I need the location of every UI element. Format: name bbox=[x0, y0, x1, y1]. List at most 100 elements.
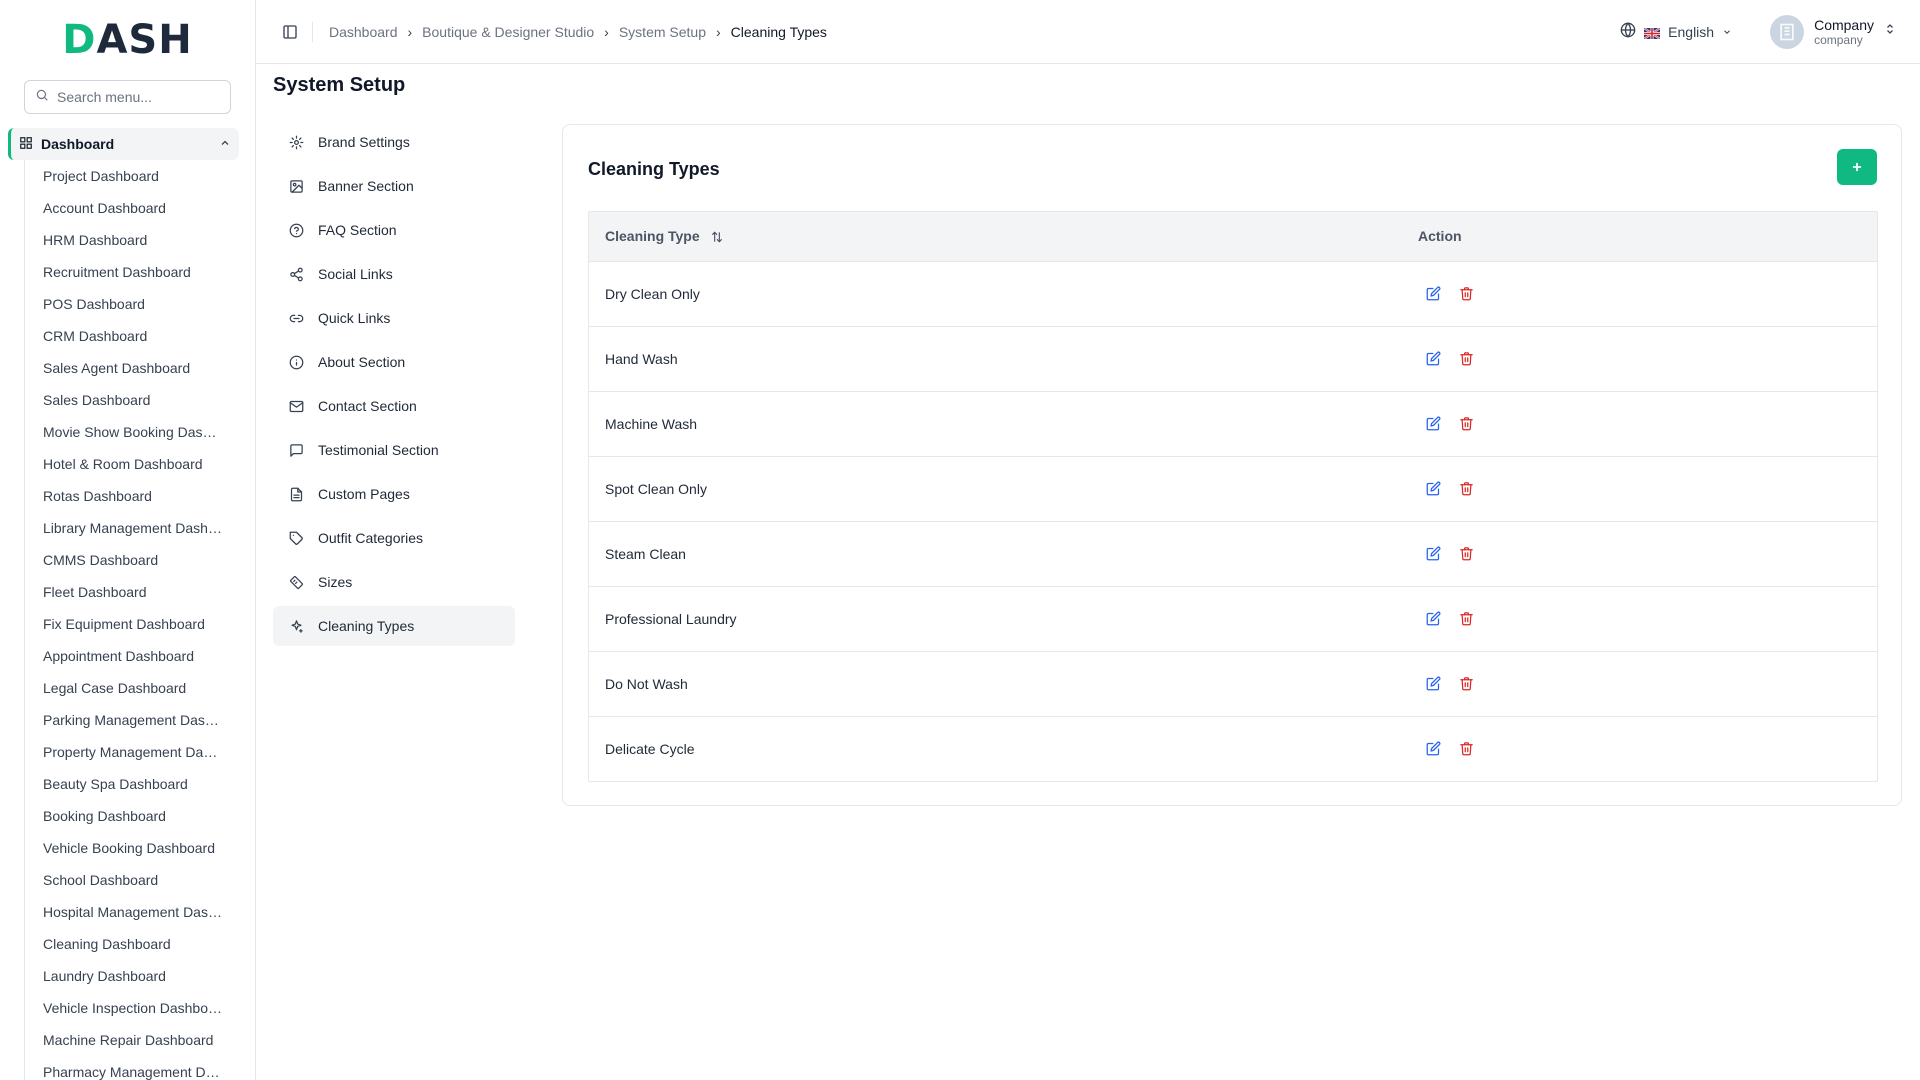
action-cell bbox=[1402, 716, 1877, 781]
edit-icon[interactable] bbox=[1426, 481, 1441, 496]
add-cleaning-type-button[interactable] bbox=[1837, 149, 1877, 185]
grid-icon bbox=[19, 136, 33, 153]
sidebar-toggle-button[interactable] bbox=[282, 24, 298, 40]
row-actions bbox=[1418, 351, 1861, 366]
action-cell bbox=[1402, 651, 1877, 716]
cleaning-types-table: Cleaning Type Action Dry Clean Only Hand … bbox=[588, 211, 1878, 782]
trash-icon[interactable] bbox=[1459, 546, 1474, 561]
edit-icon[interactable] bbox=[1426, 351, 1441, 366]
table-body: Dry Clean Only Hand Wash Machine Wash Spot … bbox=[589, 261, 1877, 781]
page-title: System Setup bbox=[273, 74, 406, 96]
sidebar-item[interactable]: Cleaning Dashboard bbox=[43, 928, 223, 960]
sidebar-nav-list: Project Dashboard Account Dashboard HRM Da… bbox=[24, 160, 255, 1080]
settings-nav-label: Social Links bbox=[318, 266, 393, 282]
edit-icon[interactable] bbox=[1426, 741, 1441, 756]
search-input[interactable] bbox=[57, 89, 227, 105]
breadcrumb-link[interactable]: Dashboard bbox=[329, 24, 398, 40]
column-header-action: Action bbox=[1418, 228, 1462, 245]
logo[interactable]: DASH bbox=[0, 0, 255, 80]
settings-nav-item[interactable]: Cleaning Types bbox=[273, 606, 515, 646]
settings-nav-item[interactable]: Banner Section bbox=[273, 166, 515, 206]
settings-nav-label: Custom Pages bbox=[318, 486, 410, 502]
sidebar-item[interactable]: School Dashboard bbox=[43, 864, 223, 896]
trash-icon[interactable] bbox=[1459, 351, 1474, 366]
sidebar-item[interactable]: Sales Agent Dashboard bbox=[43, 352, 223, 384]
sidebar-item[interactable]: Laundry Dashboard bbox=[43, 960, 223, 992]
edit-icon[interactable] bbox=[1426, 416, 1441, 431]
sidebar-item[interactable]: Vehicle Inspection Dashboard bbox=[43, 992, 223, 1024]
sidebar-item[interactable]: Account Dashboard bbox=[43, 192, 223, 224]
settings-nav-item[interactable]: Contact Section bbox=[273, 386, 515, 426]
sort-icon[interactable] bbox=[710, 230, 724, 244]
table-row: Dry Clean Only bbox=[589, 261, 1877, 326]
settings-nav-item[interactable]: Outfit Categories bbox=[273, 518, 515, 558]
sidebar-item[interactable]: CRM Dashboard bbox=[43, 320, 223, 352]
breadcrumb-current: Cleaning Types bbox=[730, 23, 827, 40]
sidebar-item[interactable]: Fleet Dashboard bbox=[43, 576, 223, 608]
language-selector[interactable]: English bbox=[1620, 22, 1732, 41]
trash-icon[interactable] bbox=[1459, 611, 1474, 626]
breadcrumb-link[interactable]: Boutique & Designer Studio bbox=[422, 24, 594, 40]
sidebar-item[interactable]: Machine Repair Dashboard bbox=[43, 1024, 223, 1056]
settings-nav-item[interactable]: Custom Pages bbox=[273, 474, 515, 514]
image-icon bbox=[289, 179, 304, 194]
sidebar-item[interactable]: Pharmacy Management Dashboard bbox=[43, 1056, 223, 1080]
sidebar-item[interactable]: Sales Dashboard bbox=[43, 384, 223, 416]
sidebar-item[interactable]: Booking Dashboard bbox=[43, 800, 223, 832]
sidebar-item[interactable]: Vehicle Booking Dashboard bbox=[43, 832, 223, 864]
sidebar-group-dashboard[interactable]: Dashboard bbox=[8, 128, 239, 160]
table-row: Delicate Cycle bbox=[589, 716, 1877, 781]
sidebar-item[interactable]: Project Dashboard bbox=[43, 160, 223, 192]
settings-nav-item[interactable]: Brand Settings bbox=[273, 122, 515, 162]
edit-icon[interactable] bbox=[1426, 286, 1441, 301]
cleaning-type-cell: Spot Clean Only bbox=[605, 480, 707, 497]
breadcrumb-link[interactable]: System Setup bbox=[619, 24, 706, 40]
trash-icon[interactable] bbox=[1459, 286, 1474, 301]
sidebar-item[interactable]: Rotas Dashboard bbox=[43, 480, 223, 512]
sidebar-item[interactable]: Property Management Dashboard bbox=[43, 736, 223, 768]
edit-icon[interactable] bbox=[1426, 611, 1441, 626]
edit-icon[interactable] bbox=[1426, 676, 1441, 691]
sidebar-item[interactable]: Recruitment Dashboard bbox=[43, 256, 223, 288]
mail-icon bbox=[289, 399, 304, 414]
settings-nav-item[interactable]: Testimonial Section bbox=[273, 430, 515, 470]
trash-icon[interactable] bbox=[1459, 481, 1474, 496]
trash-icon[interactable] bbox=[1459, 416, 1474, 431]
sidebar-item[interactable]: POS Dashboard bbox=[43, 288, 223, 320]
trash-icon[interactable] bbox=[1459, 741, 1474, 756]
help-circle-icon bbox=[289, 223, 304, 238]
sidebar-item[interactable]: Library Management Dashboard bbox=[43, 512, 223, 544]
settings-nav-label: Sizes bbox=[318, 574, 353, 590]
sidebar-item[interactable]: HRM Dashboard bbox=[43, 224, 223, 256]
panel-left-icon bbox=[283, 24, 297, 39]
chevron-down-icon bbox=[1722, 24, 1732, 40]
column-header-cleaning-type: Cleaning Type bbox=[589, 212, 1402, 261]
settings-nav-item[interactable]: About Section bbox=[273, 342, 515, 382]
message-square-icon bbox=[289, 443, 304, 458]
row-actions bbox=[1418, 286, 1861, 301]
sidebar-item[interactable]: Beauty Spa Dashboard bbox=[43, 768, 223, 800]
chevron-up-down-icon bbox=[1884, 22, 1896, 41]
settings-nav-item[interactable]: Sizes bbox=[273, 562, 515, 602]
sidebar-item[interactable]: Legal Case Dashboard bbox=[43, 672, 223, 704]
user-menu[interactable]: Company company bbox=[1770, 14, 1896, 49]
chevron-up-icon bbox=[219, 136, 231, 152]
sidebar-item[interactable]: Movie Show Booking Dashboard bbox=[43, 416, 223, 448]
sidebar-item[interactable]: Parking Management Dashboard bbox=[43, 704, 223, 736]
settings-nav-item[interactable]: Quick Links bbox=[273, 298, 515, 338]
sidebar-item[interactable]: Hotel & Room Dashboard bbox=[43, 448, 223, 480]
sidebar-item[interactable]: CMMS Dashboard bbox=[43, 544, 223, 576]
settings-nav-item[interactable]: FAQ Section bbox=[273, 210, 515, 250]
settings-nav-item[interactable]: Social Links bbox=[273, 254, 515, 294]
table-row: Spot Clean Only bbox=[589, 456, 1877, 521]
search-icon bbox=[35, 88, 49, 107]
sidebar-item[interactable]: Fix Equipment Dashboard bbox=[43, 608, 223, 640]
sidebar-item[interactable]: Hospital Management Dashboard bbox=[43, 896, 223, 928]
divider bbox=[312, 21, 313, 42]
table-header-row: Cleaning Type Action bbox=[589, 212, 1877, 261]
trash-icon[interactable] bbox=[1459, 676, 1474, 691]
sidebar-item[interactable]: Appointment Dashboard bbox=[43, 640, 223, 672]
building-icon bbox=[1780, 23, 1794, 40]
edit-icon[interactable] bbox=[1426, 546, 1441, 561]
settings-nav-label: Banner Section bbox=[318, 178, 414, 194]
